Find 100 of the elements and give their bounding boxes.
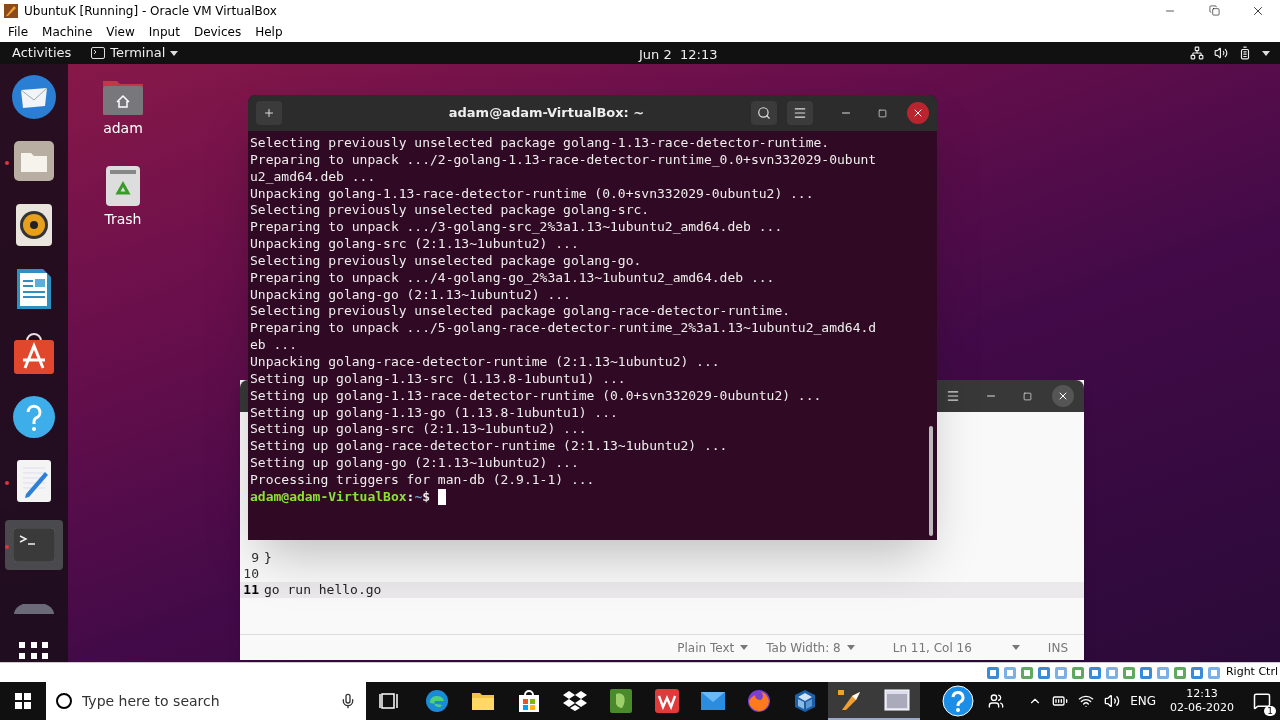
app-icon xyxy=(4,3,18,18)
shopping-bag-icon xyxy=(13,331,55,375)
code-text: go run hello.go xyxy=(264,581,382,600)
volume-icon[interactable] xyxy=(1104,693,1121,709)
text-editor-icon xyxy=(17,460,51,502)
close-icon xyxy=(1057,390,1069,402)
device-status-icon[interactable] xyxy=(1121,665,1136,680)
device-status-icon[interactable] xyxy=(1019,665,1034,680)
caret-icon xyxy=(170,50,179,56)
line-number: 10 xyxy=(242,565,260,584)
terminal-line: Selecting previously unselected package golang-race-detector-runtime. xyxy=(250,303,792,321)
document-icon xyxy=(16,268,52,310)
prompt-path: ~ xyxy=(414,488,423,506)
shopping-bag-icon xyxy=(518,689,540,713)
speaker-icon xyxy=(16,204,52,246)
device-status-icon[interactable] xyxy=(1138,665,1153,680)
terminal-line: u2_amd64.deb ... xyxy=(250,168,377,186)
menu-button[interactable] xyxy=(787,101,813,125)
taskbar-app[interactable] xyxy=(874,682,920,720)
help-icon[interactable] xyxy=(942,685,974,717)
dropbox-icon xyxy=(563,690,587,712)
battery-icon[interactable] xyxy=(1238,46,1252,60)
battery-icon[interactable] xyxy=(1052,693,1069,709)
terminal-line: Setting up golang-1.13-go (1.13.8-1ubuntu1) ... xyxy=(250,404,619,422)
people-icon[interactable] xyxy=(988,693,1004,709)
host-key-label: Right Ctrl xyxy=(1225,664,1278,681)
caret-icon[interactable] xyxy=(1262,50,1270,56)
terminal-line: Setting up golang-1.13-race-detector-runtime (0.0+svn332029-0ubuntu2) ... xyxy=(250,387,823,405)
notes-icon xyxy=(610,689,632,713)
terminal-line: Setting up golang-1.13-src (1.13.8-1ubuntu1) ... xyxy=(250,370,627,388)
close-button[interactable] xyxy=(1052,385,1074,407)
new-tab-button[interactable] xyxy=(256,101,282,125)
device-status-icon[interactable] xyxy=(1070,665,1085,680)
status-dropdown[interactable]: Ln 11, Col 16 xyxy=(892,638,1020,657)
close-button[interactable] xyxy=(907,102,929,124)
folder-icon xyxy=(13,140,55,182)
firefox-icon xyxy=(747,689,771,713)
maximize-icon xyxy=(1022,391,1032,401)
code-text: } xyxy=(264,549,272,568)
search-icon xyxy=(757,106,771,120)
apps-grid-button[interactable] xyxy=(19,642,49,662)
menu-item[interactable]: Machine xyxy=(36,22,99,41)
terminal-icon xyxy=(91,47,106,59)
volume-icon[interactable] xyxy=(1214,46,1228,60)
app-menu[interactable]: Terminal xyxy=(91,42,179,64)
terminal-line: Setting up golang-go (2:1.13~1ubuntu2) ... xyxy=(250,455,580,472)
close-icon xyxy=(912,107,924,119)
browser-icon xyxy=(425,689,449,713)
maximize-icon xyxy=(877,108,887,118)
menu-item[interactable]: Help xyxy=(249,22,289,41)
terminal-line: Processing triggers for man-db (2.9.1-1) ... xyxy=(250,471,596,489)
device-status-icon[interactable] xyxy=(1189,665,1204,680)
device-status-icon[interactable] xyxy=(1036,665,1051,680)
home-folder-icon xyxy=(102,78,144,116)
terminal-icon xyxy=(13,528,55,562)
terminal-line: Unpacking golang-race-detector-runtime (2:1.13~1ubuntu2) ... xyxy=(250,353,721,371)
restore-icon xyxy=(1208,5,1220,16)
terminal-line: Selecting previously unselected package golang-go. xyxy=(250,252,643,270)
activities-button[interactable]: Activities xyxy=(0,42,84,64)
terminal-line: Unpacking golang-1.13-race-detector-runtime (0.0+svn332029-0ubuntu2) ... xyxy=(250,185,815,203)
prompt-user-host: adam@adam-VirtualBox xyxy=(250,488,407,506)
terminal-line: eb ... xyxy=(250,337,298,354)
insert-mode: INS xyxy=(1047,639,1068,657)
terminal-line: Selecting previously unselected package golang-src. xyxy=(250,202,651,220)
terminal-line: Setting up golang-race-detector-runtime (2:1.13~1ubuntu2) ... xyxy=(250,438,729,456)
menu-item[interactable]: Devices xyxy=(187,22,248,41)
line-number: 11 xyxy=(242,581,260,600)
help-icon xyxy=(13,396,55,438)
clock[interactable]: Jun 2 12:13 xyxy=(639,45,718,65)
status-dropdown[interactable]: Plain Text xyxy=(677,638,749,657)
mail-icon xyxy=(11,74,57,120)
terminal-line: Unpacking golang-go (2:1.13~1ubuntu2) ... xyxy=(250,286,572,304)
microphone-icon[interactable] xyxy=(340,693,356,709)
search-button[interactable] xyxy=(751,101,777,125)
device-status-icon[interactable] xyxy=(985,665,1000,680)
cube-icon xyxy=(793,689,817,713)
status-dropdown[interactable]: Tab Width: 8 xyxy=(766,638,855,657)
menu-item[interactable]: View xyxy=(100,22,141,41)
taskbar-time[interactable]: 12:13 xyxy=(1186,687,1218,701)
terminal-line: Setting up golang-src (2:1.13~1ubuntu2) ... xyxy=(250,421,588,439)
prompt-separator: : xyxy=(406,488,415,506)
search-field[interactable]: Type here to search xyxy=(46,682,366,720)
device-status-icon[interactable] xyxy=(1172,665,1187,680)
folder-icon xyxy=(471,690,495,712)
trash-icon xyxy=(105,165,141,207)
envelope-icon xyxy=(701,691,725,711)
wifi-icon[interactable] xyxy=(1078,693,1095,709)
language-indicator[interactable]: ENG xyxy=(1130,692,1157,710)
menu-icon xyxy=(946,389,960,403)
terminal-line: Preparing to unpack .../2-golang-1.13-race-detector-runtime_0.0+svn332029-0ubunt xyxy=(250,151,878,169)
menu-item[interactable]: Input xyxy=(142,22,186,41)
menu-item[interactable]: File xyxy=(2,22,35,41)
network-icon[interactable] xyxy=(1190,46,1204,60)
office-icon xyxy=(655,689,679,713)
window-icon xyxy=(884,689,910,711)
scrollbar-thumb[interactable] xyxy=(929,426,933,536)
terminal-line: Unpacking golang-src (2:1.13~1ubuntu2) ... xyxy=(250,236,580,253)
terminal-line: Preparing to unpack .../5-golang-race-detector-runtime_2%3a1.13~1ubuntu2_amd64.d xyxy=(250,320,878,338)
device-status-icon[interactable] xyxy=(1087,665,1102,680)
taskbar-date[interactable]: 02-06-2020 xyxy=(1170,701,1234,715)
